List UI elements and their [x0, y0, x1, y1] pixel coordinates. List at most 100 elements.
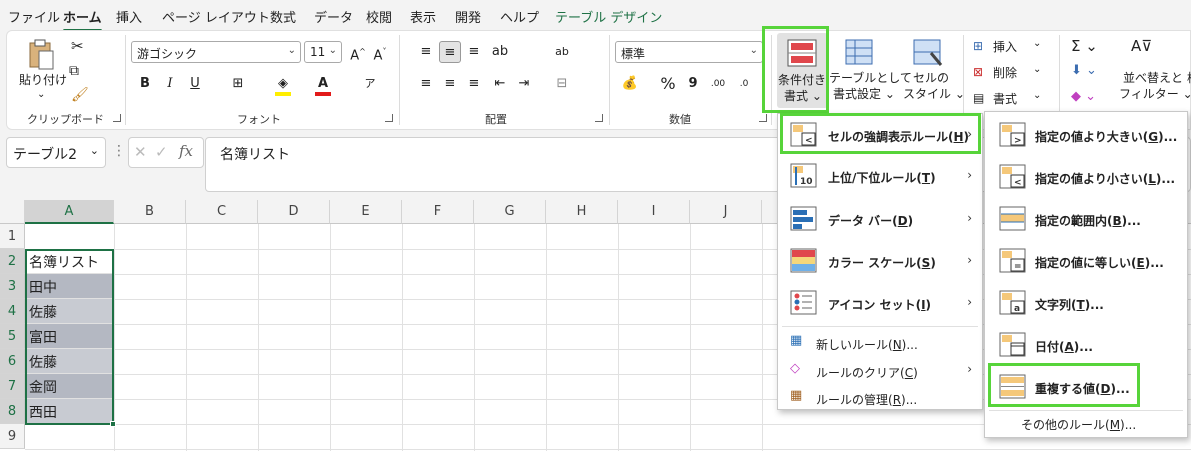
column-header[interactable]: H	[546, 200, 618, 224]
grow-font-button[interactable]: A^	[347, 41, 369, 63]
underline-button[interactable]: U	[184, 73, 206, 95]
row-header[interactable]: 4	[0, 299, 25, 324]
cell-styles-button[interactable]: セルの	[913, 69, 949, 86]
submenu-item-equal-to[interactable]: = 指定の値に等しい(E)...	[985, 240, 1187, 278]
row-header[interactable]: 6	[0, 349, 25, 374]
row-header[interactable]: 5	[0, 324, 25, 349]
tab-formulas[interactable]: 数式	[270, 7, 296, 26]
submenu-item-between[interactable]: 指定の範囲内(B)...	[985, 198, 1187, 236]
column-header[interactable]: C	[186, 200, 258, 224]
format-cells-icon[interactable]: ▤	[973, 91, 984, 105]
submenu-item-date[interactable]: 日付(A)...	[985, 324, 1187, 362]
format-painter-icon[interactable]: 🖌	[71, 87, 89, 103]
cancel-icon[interactable]: ✕	[134, 143, 147, 161]
menu-item-color-scales[interactable]: カラー スケール(S) ›	[778, 242, 982, 280]
confirm-icon[interactable]: ✓	[155, 143, 168, 161]
tab-table-design[interactable]: テーブル デザイン	[555, 7, 662, 26]
column-header[interactable]: A	[25, 200, 114, 224]
more-icon[interactable]: ⋮	[112, 143, 126, 159]
row-header[interactable]: 8	[0, 399, 25, 424]
menu-item-highlight-cells-rules[interactable]: < セルの強調表示ルール(H) ›	[778, 116, 982, 154]
insert-cells-button[interactable]: 挿入	[993, 38, 1017, 55]
decrease-decimal-icon[interactable]: .0	[733, 73, 755, 95]
tab-file[interactable]: ファイル	[8, 7, 60, 26]
menu-item-manage-rules[interactable]: ▦ ルールの管理(R)...	[778, 383, 982, 409]
paste-icon[interactable]	[27, 39, 55, 71]
align-center-icon[interactable]: ≡	[439, 73, 461, 95]
tab-home[interactable]: ホーム	[63, 7, 102, 32]
column-header[interactable]: B	[114, 200, 186, 224]
format-as-table-icon[interactable]	[845, 39, 875, 67]
tab-help[interactable]: ヘルプ	[500, 7, 539, 26]
submenu-item-greater-than[interactable]: > 指定の値より大きい(G)...	[985, 114, 1187, 152]
percent-button[interactable]: %	[657, 73, 679, 95]
font-size-select[interactable]: 11 ⌄	[304, 41, 342, 63]
name-box[interactable]: テーブル2 ⌄	[6, 137, 106, 168]
font-launcher-icon[interactable]	[385, 114, 393, 122]
align-top-icon[interactable]: ≡	[415, 41, 437, 63]
column-header[interactable]: G	[474, 200, 546, 224]
menu-item-new-rule[interactable]: ▦ 新しいルール(N)...	[778, 328, 982, 354]
find-select-button[interactable]: 検	[1187, 69, 1191, 86]
menu-item-icon-sets[interactable]: アイコン セット(I) ›	[778, 284, 982, 322]
bold-button[interactable]: B	[134, 73, 156, 95]
decrease-indent-icon[interactable]: ⇤	[489, 73, 511, 95]
column-header[interactable]: J	[690, 200, 762, 224]
insert-function-icon[interactable]: fx	[179, 142, 193, 160]
insert-cells-icon[interactable]: ⊞	[973, 39, 983, 53]
shrink-font-button[interactable]: A˅	[369, 41, 391, 63]
tab-data[interactable]: データ	[314, 7, 353, 26]
row-header[interactable]: 7	[0, 374, 25, 399]
fill-handle[interactable]	[110, 421, 116, 427]
format-as-table-button[interactable]: テーブルとして	[829, 69, 912, 86]
tab-review[interactable]: 校閲	[366, 7, 392, 26]
increase-decimal-icon[interactable]: .00	[707, 73, 729, 95]
tab-insert[interactable]: 挿入	[116, 7, 142, 26]
cell-styles-icon[interactable]	[913, 39, 943, 67]
fill-icon[interactable]: ⬇ ⌄	[1071, 63, 1097, 78]
row-header[interactable]: 3	[0, 274, 25, 299]
italic-button[interactable]: I	[159, 73, 181, 95]
orientation-icon[interactable]: ab	[489, 41, 511, 63]
border-icon[interactable]: ⊞	[227, 73, 249, 95]
row-header[interactable]: 2	[0, 249, 25, 274]
menu-item-clear-rules[interactable]: ◇ ルールのクリア(C) ›	[778, 356, 982, 382]
select-all-corner[interactable]	[0, 200, 25, 224]
chevron-down-icon[interactable]: ⌄	[1033, 64, 1041, 75]
tab-view[interactable]: 表示	[410, 7, 436, 26]
align-right-icon[interactable]: ≡	[463, 73, 485, 95]
paste-button[interactable]: 貼り付け	[19, 71, 67, 88]
submenu-item-more-rules[interactable]: その他のルール(M)...	[985, 412, 1187, 438]
comma-button[interactable]: 9	[682, 73, 704, 95]
format-cells-button[interactable]: 書式	[993, 90, 1017, 107]
number-launcher-icon[interactable]	[759, 114, 767, 122]
row-header[interactable]: 1	[0, 224, 25, 249]
paste-dropdown-icon[interactable]: ⌄	[37, 89, 45, 100]
column-header[interactable]: E	[330, 200, 402, 224]
sort-filter-button[interactable]: 並べ替えと	[1123, 69, 1183, 86]
clear-icon[interactable]: ◆ ⌄	[1071, 89, 1096, 104]
merge-icon[interactable]: ⊟	[551, 73, 573, 95]
align-bottom-icon[interactable]: ≡	[463, 41, 485, 63]
column-header[interactable]: D	[258, 200, 330, 224]
autosum-icon[interactable]: Σ ⌄	[1071, 37, 1098, 55]
chevron-down-icon[interactable]: ⌄	[1033, 90, 1041, 101]
number-format-select[interactable]: 標準 ⌄	[615, 41, 763, 63]
align-middle-icon[interactable]: ≡	[439, 41, 461, 63]
delete-cells-icon[interactable]: ⊠	[973, 65, 983, 79]
tab-developer[interactable]: 開発	[455, 7, 481, 26]
align-left-icon[interactable]: ≡	[415, 73, 437, 95]
wrap-text-icon[interactable]: ab	[551, 41, 573, 63]
submenu-item-less-than[interactable]: < 指定の値より小さい(L)...	[985, 156, 1187, 194]
chevron-down-icon[interactable]: ⌄	[1033, 38, 1041, 49]
alignment-launcher-icon[interactable]	[595, 114, 603, 122]
tab-page-layout[interactable]: ページ レイアウト	[162, 7, 270, 26]
copy-icon[interactable]: ⧉	[69, 63, 79, 79]
cut-icon[interactable]: ✂	[71, 37, 84, 55]
column-header[interactable]: F	[402, 200, 474, 224]
currency-icon[interactable]: 💰	[619, 73, 641, 95]
row-header[interactable]: 9	[0, 424, 25, 449]
sort-filter-icon[interactable]: A⊽	[1131, 37, 1152, 55]
clipboard-launcher-icon[interactable]	[113, 114, 121, 122]
column-header[interactable]: I	[618, 200, 690, 224]
